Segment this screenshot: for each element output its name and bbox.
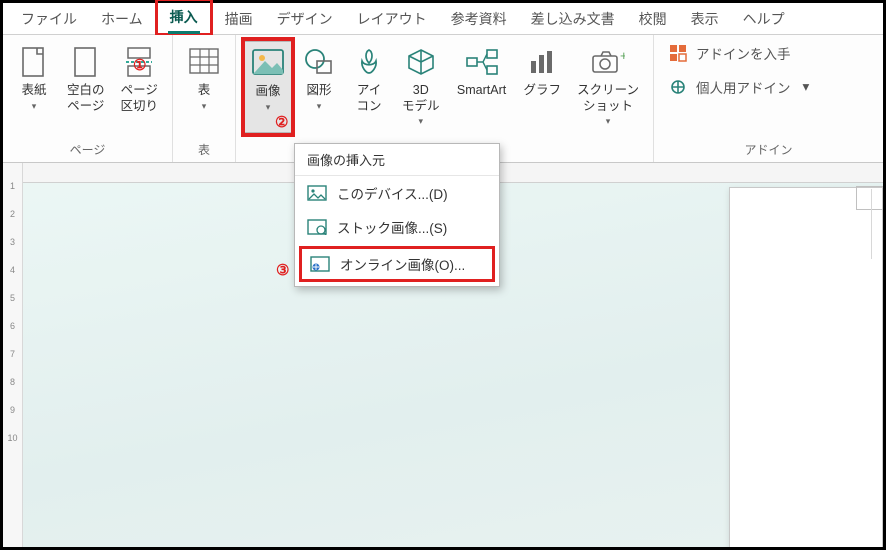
shapes-icon: [302, 45, 336, 79]
ruler-tick: 9: [10, 405, 15, 415]
shapes-button[interactable]: 図形 ▾: [296, 41, 342, 133]
device-picture-icon: [307, 184, 327, 202]
smartart-label: SmartArt: [457, 83, 506, 99]
blank-page-label-2: ページ: [67, 99, 104, 115]
vertical-scrollbar[interactable]: [871, 189, 883, 259]
cube-icon: [404, 45, 438, 79]
ruler-tick: 3: [10, 237, 15, 247]
tab-insert[interactable]: 挿入: [155, 0, 213, 36]
blank-page-button[interactable]: 空白の ページ: [61, 41, 111, 133]
vertical-ruler[interactable]: 1 2 3 4 5 6 7 8 9 10: [3, 163, 23, 547]
pictures-label: 画像: [256, 84, 281, 100]
tab-design[interactable]: デザイン: [265, 5, 345, 33]
group-pages: 表紙 ▾ 空白の ページ ページ 区切り ページ: [3, 35, 173, 162]
chevron-down-icon: ▾: [32, 101, 37, 112]
online-picture-icon: [310, 255, 330, 273]
ruler-tick: 5: [10, 293, 15, 303]
3d-models-label-1: 3D: [413, 83, 429, 99]
dropdown-from-device[interactable]: このデバイス...(D): [295, 176, 499, 210]
group-tables: 表 ▾ 表: [173, 35, 236, 162]
icons-label-2: コン: [357, 99, 382, 115]
dropdown-from-device-label: このデバイス...(D): [337, 183, 448, 203]
ruler-tick: 10: [7, 433, 17, 443]
3d-models-button[interactable]: 3D モデル ▾: [396, 41, 446, 133]
get-addins-button[interactable]: アドインを入手: [668, 43, 869, 63]
smartart-icon: [465, 45, 499, 79]
ruler-tick: 8: [10, 377, 15, 387]
blank-page-icon: [69, 45, 103, 79]
my-addins-icon: [668, 77, 688, 97]
group-addins-label: アドイン: [744, 137, 792, 160]
pictures-button[interactable]: 画像 ▾: [244, 41, 292, 133]
ruler-tick: 7: [10, 349, 15, 359]
table-label: 表: [198, 83, 211, 99]
chevron-down-icon: ▾: [317, 101, 322, 112]
screenshot-button[interactable]: + スクリーン ショット ▾: [571, 41, 645, 133]
picture-icon: [251, 46, 285, 80]
pictures-dropdown: 画像の挿入元 このデバイス...(D) ストック画像...(S) オンライン画像…: [294, 143, 500, 287]
tab-layout[interactable]: レイアウト: [345, 5, 439, 33]
tab-file[interactable]: ファイル: [9, 5, 89, 33]
icons-button[interactable]: アイ コン: [346, 41, 392, 133]
page-break-label-2: 区切り: [121, 99, 159, 115]
page-icon: [17, 45, 51, 79]
tab-view[interactable]: 表示: [679, 5, 731, 33]
ribbon-tabstrip: ファイル ホーム 挿入 描画 デザイン レイアウト 参考資料 差し込み文書 校閲…: [3, 3, 883, 35]
dropdown-stock-images[interactable]: ストック画像...(S): [295, 210, 499, 244]
icons-label-1: アイ: [357, 83, 381, 99]
ruler-tick: 1: [10, 181, 15, 191]
tab-references[interactable]: 参考資料: [439, 5, 519, 33]
table-icon: [187, 45, 221, 79]
chart-button[interactable]: グラフ: [518, 41, 568, 133]
chart-label: グラフ: [524, 83, 562, 99]
blank-page-label-1: 空白の: [67, 83, 105, 99]
svg-text:+: +: [620, 48, 625, 63]
chevron-down-icon: ▾: [266, 102, 271, 113]
chevron-down-icon: ▾: [202, 101, 207, 112]
chevron-down-icon: ▾: [802, 79, 809, 95]
group-tables-label: 表: [198, 137, 210, 160]
cover-page-label: 表紙: [21, 83, 46, 99]
dropdown-stock-images-label: ストック画像...(S): [337, 217, 447, 237]
chevron-down-icon: ▾: [419, 116, 424, 127]
stock-picture-icon: [307, 218, 327, 236]
shapes-label: 図形: [307, 83, 332, 99]
icons-icon: [352, 45, 386, 79]
ruler-tick: 2: [10, 209, 15, 219]
store-icon: [668, 43, 688, 63]
page-break-icon: [122, 45, 156, 79]
page-break-label-1: ページ: [121, 83, 158, 99]
tab-help[interactable]: ヘルプ: [731, 5, 797, 33]
dropdown-title: 画像の挿入元: [295, 144, 499, 176]
group-addins: アドインを入手 個人用アドイン ▾ アドイン: [653, 35, 883, 162]
tab-home[interactable]: ホーム: [89, 5, 155, 33]
dropdown-online-pictures[interactable]: オンライン画像(O)...: [299, 246, 495, 282]
page-break-button[interactable]: ページ 区切り: [115, 41, 165, 133]
ruler-tick: 4: [10, 265, 15, 275]
chevron-down-icon: ▾: [606, 116, 611, 127]
group-pages-label: ページ: [70, 137, 106, 160]
tab-review[interactable]: 校閲: [627, 5, 679, 33]
ruler-tick: 6: [10, 321, 15, 331]
document-page[interactable]: [729, 187, 883, 547]
dropdown-online-pictures-label: オンライン画像(O)...: [340, 254, 465, 274]
tab-draw[interactable]: 描画: [213, 5, 265, 33]
screenshot-label-2: ショット: [583, 99, 633, 115]
tab-mailings[interactable]: 差し込み文書: [519, 5, 627, 33]
screenshot-label-1: スクリーン: [577, 83, 639, 99]
3d-models-label-2: モデル: [402, 99, 440, 115]
camera-icon: +: [591, 45, 625, 79]
table-button[interactable]: 表 ▾: [181, 41, 227, 133]
my-addins-button[interactable]: 個人用アドイン ▾: [668, 77, 869, 97]
chart-icon: [525, 45, 559, 79]
smartart-button[interactable]: SmartArt: [450, 41, 514, 133]
cover-page-button[interactable]: 表紙 ▾: [11, 41, 57, 133]
my-addins-label: 個人用アドイン: [696, 77, 791, 97]
get-addins-label: アドインを入手: [696, 43, 791, 63]
